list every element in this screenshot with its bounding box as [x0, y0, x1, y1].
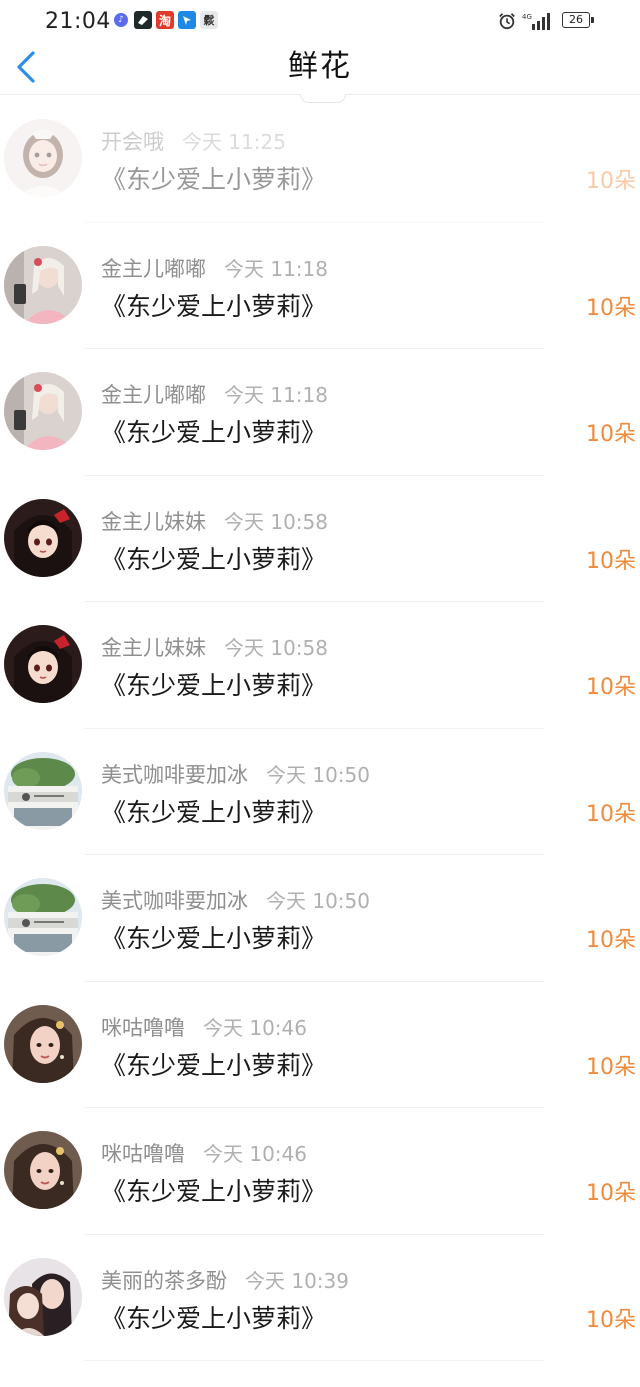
list-item[interactable]: 金主儿妹妹 今天 10:58 《东少爱上小萝莉》 10朵 [0, 602, 640, 729]
sender-name[interactable]: 咪咕噜噜 [101, 1142, 185, 1166]
list-item[interactable]: 金主儿妹妹 今天 10:58 《东少爱上小萝莉》 10朵 [0, 476, 640, 602]
sender-line: 美式咖啡要加冰 今天 10:50 [101, 885, 370, 915]
gift-list: 开会哦 今天 11:25 《东少爱上小萝莉》 10朵 金主儿嘟嘟 今天 11:18 《东少爱… [0, 96, 640, 1361]
sender-line: 金主儿嘟嘟 今天 11:18 [101, 379, 328, 409]
flower-count: 10朵 [586, 1181, 636, 1206]
notification-icons: ♪ 淘 鬏 [112, 11, 218, 29]
long-hair-woman-avatar[interactable] [4, 1004, 82, 1083]
sender-line: 金主儿妹妹 今天 10:58 [101, 506, 328, 536]
send-time: 今天 10:39 [245, 1268, 349, 1293]
header: 鲜花 [0, 44, 640, 95]
work-title: 《东少爱上小萝莉》 [101, 1177, 327, 1206]
sender-line: 金主儿妹妹 今天 10:58 [101, 632, 328, 662]
divider [84, 1360, 544, 1361]
sender-line: 咪咕噜噜 今天 10:46 [101, 1138, 307, 1168]
flower-count: 10朵 [586, 169, 636, 194]
page-title: 鲜花 [288, 49, 352, 84]
sender-line: 美式咖啡要加冰 今天 10:50 [101, 759, 370, 789]
sender-name[interactable]: 金主儿妹妹 [101, 510, 206, 534]
list-item[interactable]: 金主儿嘟嘟 今天 11:18 《东少爱上小萝莉》 10朵 [0, 349, 640, 476]
sender-line: 美丽的茶多酚 今天 10:39 [101, 1265, 349, 1295]
sender-name[interactable]: 金主儿嘟嘟 [101, 257, 206, 281]
list-item[interactable]: 美式咖啡要加冰 今天 10:50 《东少爱上小萝莉》 10朵 [0, 729, 640, 855]
taobao-icon: 淘 [156, 11, 174, 29]
send-time: 今天 10:46 [203, 1015, 307, 1040]
work-title: 《东少爱上小萝莉》 [101, 924, 327, 953]
list-item[interactable]: 美丽的茶多酚 今天 10:39 《东少爱上小萝莉》 10朵 [0, 1235, 640, 1361]
send-time: 今天 10:50 [266, 889, 370, 913]
work-title: 《东少爱上小萝莉》 [101, 1303, 327, 1333]
sender-line: 开会哦 今天 11:25 [101, 126, 286, 156]
couple-avatar[interactable] [4, 1257, 82, 1336]
work-title: 《东少爱上小萝莉》 [101, 1050, 327, 1080]
work-title: 《东少爱上小萝莉》 [101, 291, 327, 321]
battery-icon: 26 [562, 12, 594, 30]
sender-name[interactable]: 开会哦 [101, 130, 164, 154]
send-time: 今天 10:58 [224, 509, 328, 534]
sender-name[interactable]: 美式咖啡要加冰 [101, 763, 248, 787]
music-icon: ♪ [112, 11, 130, 29]
work-title: 《东少爱上小萝莉》 [101, 418, 327, 447]
flower-count: 10朵 [586, 1054, 636, 1080]
work-title: 《东少爱上小萝莉》 [101, 544, 327, 574]
work-title: 《东少爱上小萝莉》 [101, 165, 327, 194]
flower-count: 10朵 [586, 548, 636, 574]
send-time: 今天 10:50 [266, 762, 370, 787]
list-item[interactable]: 美式咖啡要加冰 今天 10:50 《东少爱上小萝莉》 10朵 [0, 855, 640, 982]
calligraphy-icon: 鬏 [200, 11, 218, 29]
send-time: 今天 11:18 [224, 383, 328, 407]
flower-count: 10朵 [586, 295, 636, 321]
sender-name[interactable]: 金主儿妹妹 [101, 636, 206, 660]
sender-name[interactable]: 咪咕噜噜 [101, 1016, 185, 1040]
list-item[interactable]: 开会哦 今天 11:25 《东少爱上小萝莉》 10朵 [0, 96, 640, 223]
svg-text:4G: 4G [522, 13, 532, 21]
flower-count: 10朵 [586, 928, 636, 953]
system-icons: 4G [498, 12, 552, 30]
cafe-storefront-avatar[interactable] [4, 751, 82, 830]
list-item[interactable]: 金主儿嘟嘟 今天 11:18 《东少爱上小萝莉》 10朵 [0, 223, 640, 349]
sender-line: 金主儿嘟嘟 今天 11:18 [101, 253, 328, 283]
cafe-storefront-avatar[interactable] [4, 878, 82, 956]
sender-name[interactable]: 美式咖啡要加冰 [101, 889, 248, 913]
sender-name[interactable]: 金主儿嘟嘟 [101, 383, 206, 407]
sender-line: 咪咕噜噜 今天 10:46 [101, 1012, 307, 1042]
girl-white-dress-avatar[interactable] [4, 119, 82, 197]
dingtalk-icon [178, 11, 196, 29]
send-time: 今天 10:46 [203, 1142, 307, 1166]
work-title: 《东少爱上小萝莉》 [101, 671, 327, 700]
work-title: 《东少爱上小萝莉》 [101, 797, 327, 827]
flower-count: 10朵 [586, 422, 636, 447]
list-item[interactable]: 咪咕噜噜 今天 10:46 《东少爱上小萝莉》 10朵 [0, 982, 640, 1108]
long-hair-woman-avatar[interactable] [4, 1131, 82, 1209]
flower-count: 10朵 [586, 801, 636, 827]
list-item[interactable]: 咪咕噜噜 今天 10:46 《东少爱上小萝莉》 10朵 [0, 1108, 640, 1235]
status-time: 21:04 [45, 9, 111, 34]
feishu-icon [134, 11, 152, 29]
sender-name[interactable]: 美丽的茶多酚 [101, 1269, 227, 1293]
pink-outfit-avatar[interactable] [4, 245, 82, 324]
flower-count: 10朵 [586, 1307, 636, 1333]
send-time: 今天 11:25 [182, 130, 286, 154]
anime-girl-red-avatar[interactable] [4, 498, 82, 577]
alarm-icon [499, 13, 515, 30]
battery-level: 26 [562, 12, 590, 28]
flower-count: 10朵 [586, 675, 636, 700]
send-time: 今天 10:58 [224, 636, 328, 660]
status-bar: 21:04 ♪ 淘 鬏 4G 26 [0, 0, 640, 44]
anime-girl-red-avatar[interactable] [4, 625, 82, 703]
send-time: 今天 11:18 [224, 256, 328, 281]
pink-outfit-avatar[interactable] [4, 372, 82, 450]
signal-icon: 4G [522, 13, 550, 30]
